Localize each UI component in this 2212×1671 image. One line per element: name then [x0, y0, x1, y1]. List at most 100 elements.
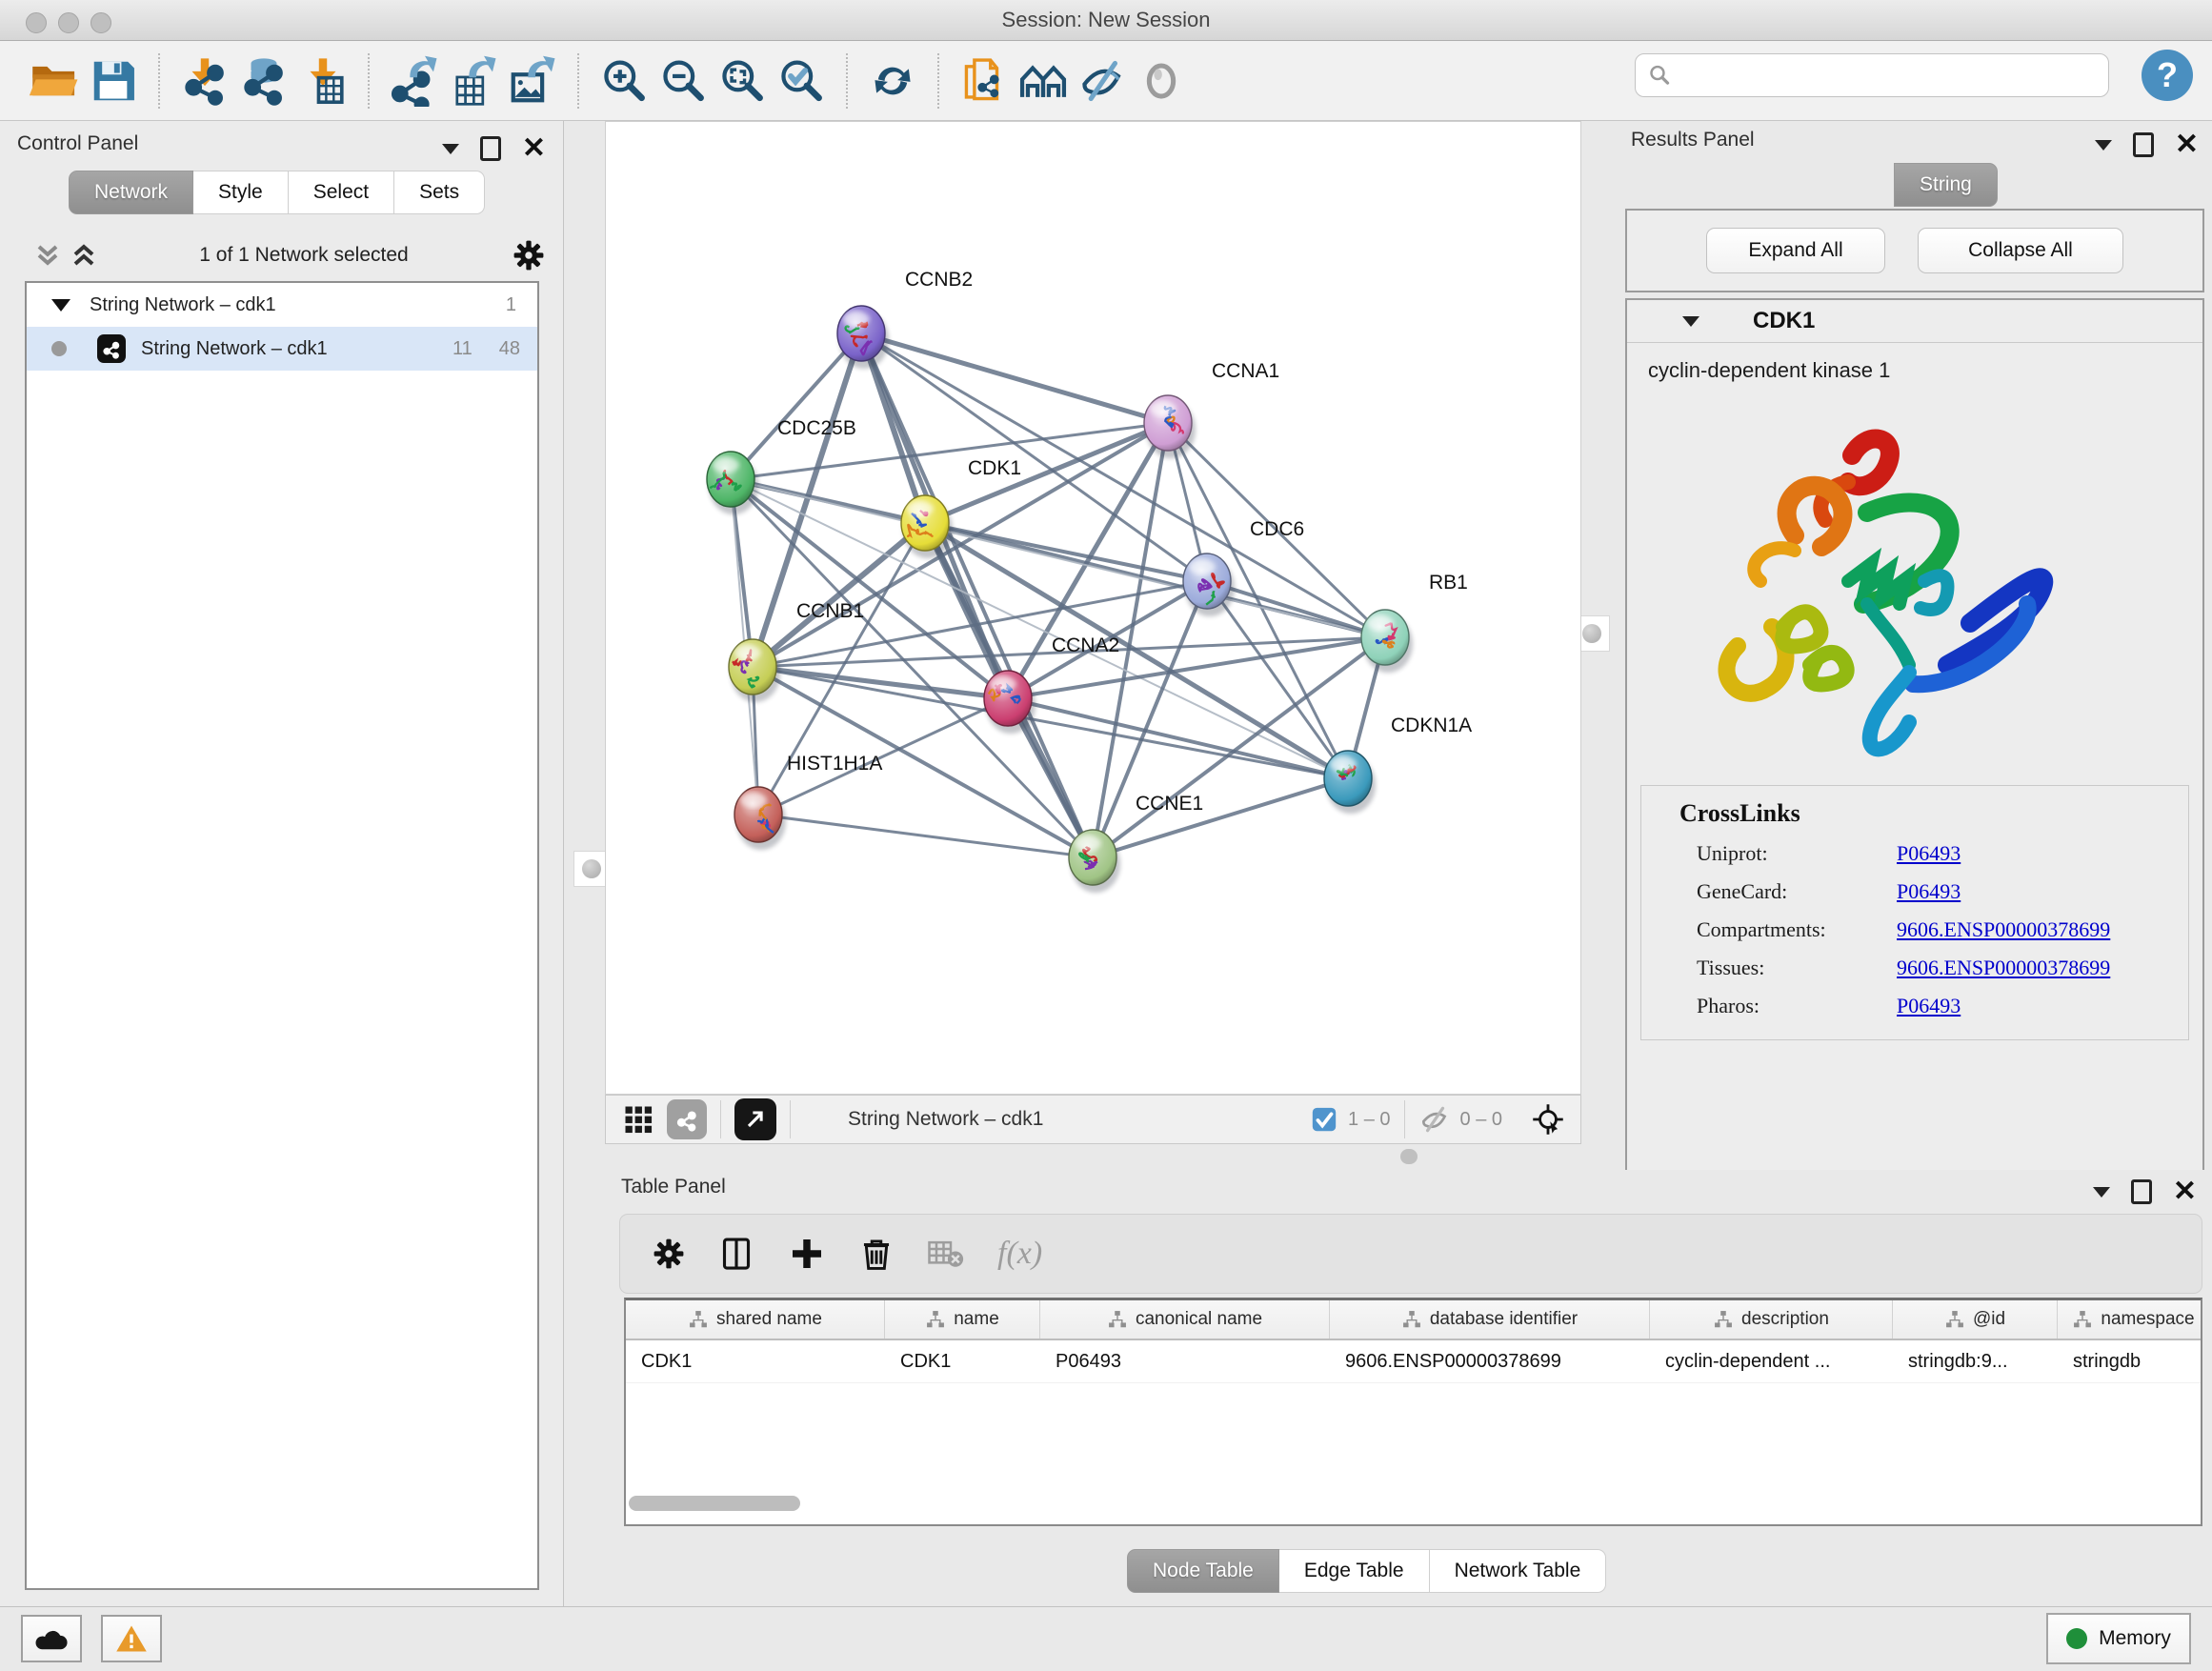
zoom-fit-icon[interactable]	[713, 51, 772, 111]
crosslink-label: GeneCard:	[1697, 879, 1897, 904]
function-builder-icon[interactable]: f(x)	[997, 1236, 1042, 1272]
save-session-icon[interactable]	[84, 51, 143, 111]
network-collection-row[interactable]: String Network – cdk1 1	[27, 283, 537, 327]
column-header-canonical-name[interactable]: canonical name	[1040, 1300, 1330, 1339]
network-options-gear-icon[interactable]	[513, 239, 545, 272]
table-cell: stringdb:9...	[1893, 1340, 2058, 1382]
tab-node-table[interactable]: Node Table	[1127, 1549, 1279, 1593]
import-network-file-icon[interactable]	[175, 51, 234, 111]
column-header-database-identifier[interactable]: database identifier	[1330, 1300, 1650, 1339]
import-network-database-icon[interactable]	[234, 51, 293, 111]
tab-edge-table[interactable]: Edge Table	[1279, 1549, 1430, 1593]
crosslink-row: Pharos: P06493	[1697, 994, 2188, 1018]
selected-checkbox-icon[interactable]	[1310, 1105, 1338, 1134]
expand-all-button[interactable]: Expand All	[1706, 228, 1885, 273]
results-panel-float-icon[interactable]	[2133, 132, 2154, 157]
table-header-row: shared namenamecanonical namedatabase id…	[626, 1300, 2201, 1340]
delete-table-icon[interactable]	[927, 1238, 965, 1270]
svg-text:CCNB1: CCNB1	[796, 600, 864, 622]
table-panel-menu-icon[interactable]	[2093, 1187, 2110, 1198]
table-gear-icon[interactable]	[653, 1238, 685, 1270]
open-session-icon[interactable]	[25, 51, 84, 111]
control-panel-close-icon[interactable]: ✕	[522, 139, 546, 158]
column-header-name[interactable]: name	[885, 1300, 1040, 1339]
export-image-icon[interactable]	[503, 51, 562, 111]
network-canvas[interactable]: CCNB2 CCNA1 CDC25B CDK1 CDC6 RB1 CCNB1 C…	[605, 121, 1581, 1095]
zoom-out-icon[interactable]	[654, 51, 713, 111]
memory-button[interactable]: Memory	[2046, 1613, 2191, 1664]
results-panel-menu-icon[interactable]	[2095, 140, 2112, 151]
tab-sets[interactable]: Sets	[394, 171, 485, 214]
export-table-icon[interactable]	[444, 51, 503, 111]
network-row-selected[interactable]: String Network – cdk1 11 48	[27, 327, 537, 371]
zoom-selected-icon[interactable]	[772, 51, 831, 111]
search-icon	[1647, 63, 1672, 88]
help-button[interactable]: ?	[2142, 50, 2193, 101]
window-title: Session: New Session	[0, 8, 2212, 32]
tab-network[interactable]: Network	[69, 171, 193, 214]
hidden-eye-icon[interactable]	[1418, 1103, 1451, 1136]
current-network-dot-icon	[51, 341, 67, 356]
node-table[interactable]: shared namenamecanonical namedatabase id…	[624, 1298, 2202, 1526]
first-neighbors-icon[interactable]	[1014, 51, 1073, 111]
table-row[interactable]: CDK1CDK1P064939606.ENSP00000378699cyclin…	[626, 1340, 2201, 1383]
memory-status-dot	[2066, 1628, 2087, 1649]
gene-collapse-icon[interactable]	[1682, 316, 1699, 327]
control-panel-menu-icon[interactable]	[442, 144, 459, 154]
collection-expand-icon[interactable]	[51, 299, 70, 312]
tab-style[interactable]: Style	[193, 171, 289, 214]
control-panel-float-icon[interactable]	[480, 136, 501, 161]
search-input[interactable]	[1681, 56, 2108, 94]
control-panel: Control Panel ✕ NetworkStyleSelectSets 1…	[0, 121, 564, 1606]
zoom-in-icon[interactable]	[594, 51, 654, 111]
column-header-@id[interactable]: @id	[1893, 1300, 2058, 1339]
birdseye-crosshair-icon[interactable]	[1531, 1102, 1565, 1137]
add-column-icon[interactable]	[788, 1235, 826, 1273]
table-panel-float-icon[interactable]	[2131, 1179, 2152, 1204]
collapse-all-icon[interactable]	[36, 243, 59, 268]
network-mode-icon[interactable]	[667, 1099, 707, 1139]
cloud-status-button[interactable]	[21, 1615, 82, 1662]
bottom-splitter-handle[interactable]	[1400, 1149, 1418, 1164]
column-header-shared-name[interactable]: shared name	[626, 1300, 885, 1339]
gene-section-header[interactable]: CDK1	[1627, 300, 2202, 343]
import-table-file-icon[interactable]	[293, 51, 352, 111]
hide-selected-icon[interactable]	[1073, 51, 1132, 111]
column-header-namespace[interactable]: namespace	[2058, 1300, 2202, 1339]
hidden-count: 0 – 0	[1460, 1109, 1502, 1131]
show-columns-icon[interactable]	[717, 1235, 755, 1273]
column-header-description[interactable]: description	[1650, 1300, 1893, 1339]
export-network-icon[interactable]	[385, 51, 444, 111]
crosslink-link[interactable]: 9606.ENSP00000378699	[1897, 956, 2110, 980]
table-panel: Table Panel ✕ f(x) shared namenamecanoni…	[610, 1170, 2212, 1606]
table-panel-close-icon[interactable]: ✕	[2173, 1182, 2197, 1201]
svg-text:CDC6: CDC6	[1250, 518, 1304, 540]
warnings-button[interactable]	[101, 1615, 162, 1662]
gene-description: cyclin-dependent kinase 1	[1635, 349, 2195, 391]
tab-network-table[interactable]: Network Table	[1430, 1549, 1607, 1593]
crosslink-link[interactable]: P06493	[1897, 994, 1961, 1018]
clone-network-icon[interactable]	[955, 51, 1014, 111]
refresh-view-icon[interactable]	[863, 51, 922, 111]
expand-all-icon[interactable]	[72, 243, 95, 268]
delete-column-icon[interactable]	[858, 1235, 895, 1273]
table-toolbar: f(x)	[619, 1214, 2202, 1294]
grid-mode-icon[interactable]	[621, 1102, 655, 1137]
tab-select[interactable]: Select	[289, 171, 394, 214]
show-all-icon[interactable]	[1132, 51, 1191, 111]
crosslink-link[interactable]: P06493	[1897, 879, 1961, 904]
network-row-label: String Network – cdk1	[141, 338, 328, 360]
control-panel-tabs: NetworkStyleSelectSets	[69, 171, 485, 214]
crosslink-link[interactable]: 9606.ENSP00000378699	[1897, 917, 2110, 942]
results-panel-tabs: String	[1894, 163, 1998, 207]
table-cell: 9606.ENSP00000378699	[1330, 1340, 1650, 1382]
table-horizontal-scrollbar[interactable]	[629, 1496, 800, 1511]
crosslink-row: GeneCard: P06493	[1697, 879, 2188, 904]
crosslink-link[interactable]: P06493	[1897, 841, 1961, 866]
tab-string[interactable]: String	[1894, 163, 1998, 207]
open-external-icon[interactable]	[734, 1098, 776, 1140]
crosslink-row: Compartments: 9606.ENSP00000378699	[1697, 917, 2188, 942]
collapse-all-button[interactable]: Collapse All	[1918, 228, 2123, 273]
application-window: Session: New Session ? Control Panel ✕ N…	[0, 0, 2212, 1671]
results-panel-close-icon[interactable]: ✕	[2175, 135, 2199, 154]
